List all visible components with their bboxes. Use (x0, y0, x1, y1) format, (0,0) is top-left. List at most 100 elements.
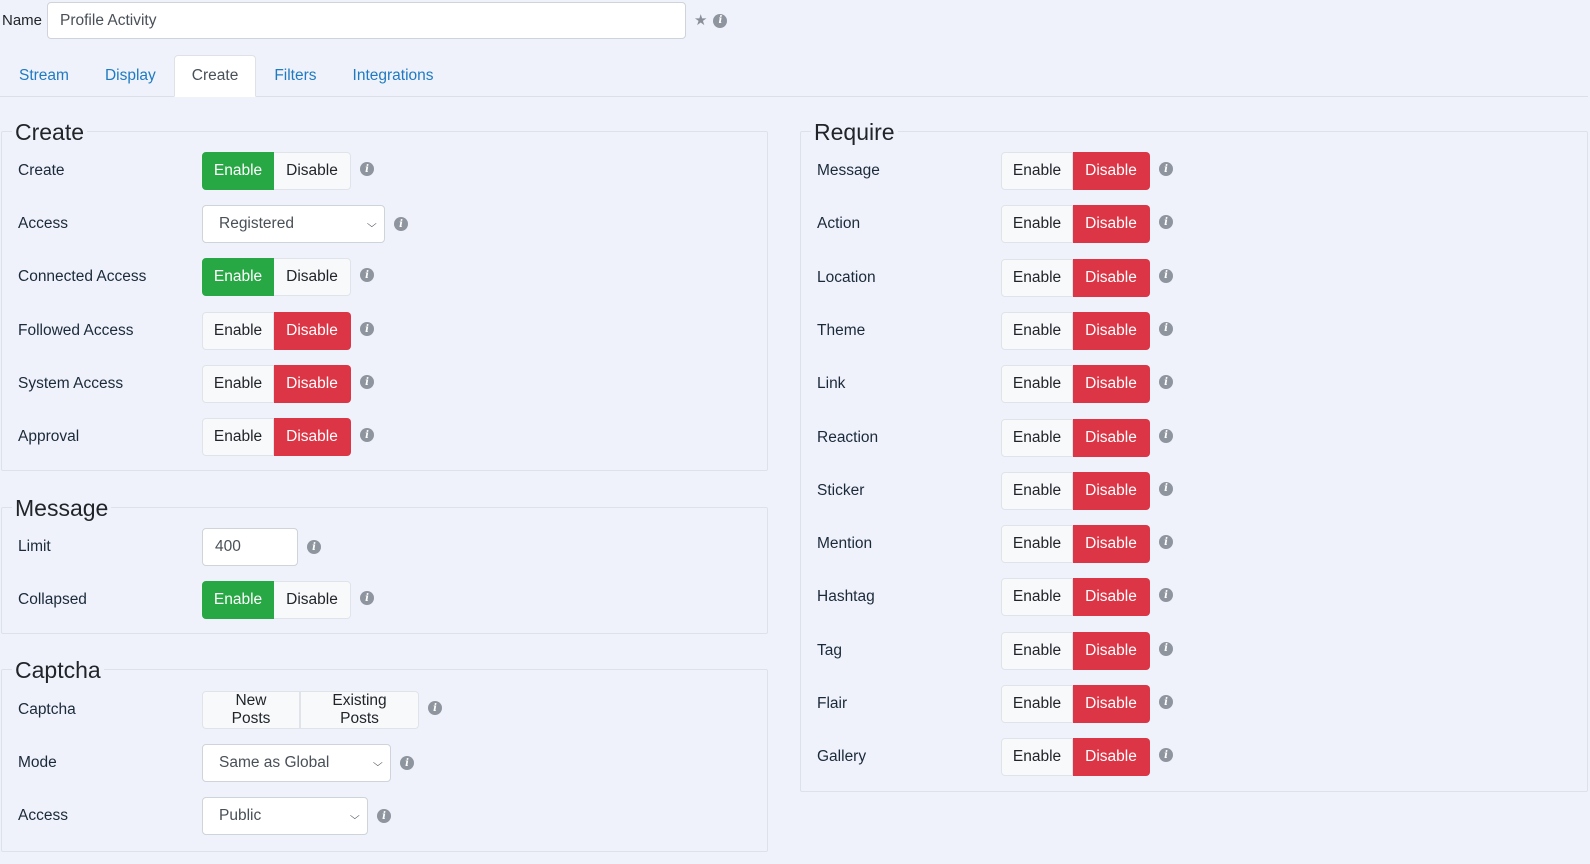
captcha-access-select[interactable]: Public ⌵ (202, 797, 368, 835)
info-icon[interactable]: i (360, 268, 374, 282)
enable-button[interactable]: Enable (1001, 365, 1073, 404)
info-icon[interactable]: i (1159, 641, 1173, 656)
info-icon[interactable]: i (307, 540, 321, 554)
info-icon[interactable]: i (1159, 535, 1173, 550)
disable-button[interactable]: Disable (274, 312, 351, 350)
info-icon[interactable]: i (1159, 215, 1173, 230)
enable-button[interactable]: Enable (1001, 205, 1073, 244)
require-toggle: Enable Disable (1001, 258, 1150, 297)
require-row-gallery: Gallery Enable Disable i (817, 738, 1173, 777)
enable-button[interactable]: Enable (202, 365, 274, 403)
require-toggle: Enable Disable (1001, 205, 1150, 244)
captcha-row-captcha: Captcha New Posts Existing Posts i (18, 691, 442, 729)
info-icon[interactable]: i (1159, 481, 1173, 496)
require-row-reaction: Reaction Enable Disable i (817, 418, 1173, 457)
require-toggle: Enable Disable (1001, 631, 1150, 670)
info-icon[interactable]: i (360, 322, 374, 336)
disable-button[interactable]: Disable (274, 152, 351, 190)
info-icon[interactable]: i (360, 428, 374, 442)
row-label: Approval (18, 428, 80, 445)
tab-integrations[interactable]: Integrations (335, 55, 452, 97)
enable-button[interactable]: Enable (1001, 152, 1073, 190)
disable-button[interactable]: Disable (1073, 685, 1150, 723)
info-icon[interactable]: i (400, 756, 414, 770)
create-row-approval: Approval Enable Disable i (18, 418, 374, 456)
row-label: Collapsed (18, 591, 87, 608)
enable-button[interactable]: Enable (202, 581, 274, 619)
info-icon[interactable]: i (360, 162, 374, 176)
row-label: Tag (817, 641, 842, 659)
disable-button[interactable]: Disable (1073, 258, 1150, 297)
enable-button[interactable]: Enable (1001, 258, 1073, 297)
enable-button[interactable]: Enable (202, 258, 274, 296)
enable-button[interactable]: Enable (1001, 578, 1073, 617)
info-icon[interactable]: i (1159, 588, 1173, 603)
access-select[interactable]: Registered ⌵ (202, 205, 385, 243)
info-icon[interactable]: i (428, 701, 442, 715)
row-label: Mention (817, 535, 873, 553)
name-input[interactable] (47, 2, 686, 39)
require-row-flair: Flair Enable Disable i (817, 685, 1173, 723)
create-row-access: Access Registered ⌵ i (18, 205, 408, 243)
info-icon[interactable]: i (1159, 321, 1173, 336)
message-legend: Message (12, 494, 112, 522)
create-row-followed-access: Followed Access Enable Disable i (18, 312, 374, 350)
disable-button[interactable]: Disable (1073, 631, 1150, 670)
tab-filters[interactable]: Filters (256, 55, 334, 97)
info-icon[interactable]: i (1159, 748, 1173, 763)
disable-button[interactable]: Disable (1073, 578, 1150, 617)
disable-button[interactable]: Disable (274, 581, 351, 619)
enable-button[interactable]: Enable (1001, 311, 1073, 350)
create-legend: Create (12, 118, 88, 146)
disable-button[interactable]: Disable (1073, 525, 1150, 564)
star-icon[interactable]: ★ (694, 13, 707, 28)
limit-input[interactable]: 400 (202, 528, 298, 566)
enable-button[interactable]: Enable (1001, 685, 1073, 723)
row-label: Sticker (817, 481, 865, 499)
disable-button[interactable]: Disable (1073, 471, 1150, 510)
system-access-toggle: Enable Disable (202, 365, 351, 403)
info-icon[interactable]: i (1159, 375, 1173, 390)
info-icon[interactable]: i (360, 375, 374, 389)
new-posts-button[interactable]: New Posts (202, 691, 300, 729)
enable-button[interactable]: Enable (1001, 738, 1073, 777)
disable-button[interactable]: Disable (1073, 738, 1150, 777)
mode-select[interactable]: Same as Global ⌵ (202, 744, 391, 782)
info-icon[interactable]: i (394, 217, 408, 231)
disable-button[interactable]: Disable (1073, 418, 1150, 457)
disable-button[interactable]: Disable (274, 258, 351, 296)
disable-button[interactable]: Disable (1073, 311, 1150, 350)
message-section: Message Limit 400 i Collapsed Enable Dis… (1, 494, 768, 634)
select-value: Public (219, 807, 262, 824)
enable-button[interactable]: Enable (202, 152, 274, 190)
info-icon[interactable]: i (1159, 268, 1173, 283)
info-icon[interactable]: i (377, 809, 391, 823)
info-icon[interactable]: i (1159, 695, 1173, 709)
info-icon[interactable]: i (1159, 162, 1173, 176)
tab-create[interactable]: Create (173, 55, 257, 97)
captcha-row-mode: Mode Same as Global ⌵ i (18, 744, 414, 782)
enable-button[interactable]: Enable (202, 312, 274, 350)
enable-button[interactable]: Enable (1001, 525, 1073, 564)
enable-button[interactable]: Enable (1001, 631, 1073, 670)
require-toggle: Enable Disable (1001, 418, 1150, 457)
tab-stream[interactable]: Stream (0, 55, 87, 97)
existing-posts-button[interactable]: Existing Posts (300, 691, 419, 729)
require-row-hashtag: Hashtag Enable Disable i (817, 578, 1173, 617)
enable-button[interactable]: Enable (1001, 418, 1073, 457)
disable-button[interactable]: Disable (1073, 365, 1150, 404)
disable-button[interactable]: Disable (274, 365, 351, 403)
disable-button[interactable]: Disable (1073, 152, 1150, 190)
info-icon[interactable]: i (1159, 428, 1173, 443)
enable-button[interactable]: Enable (1001, 471, 1073, 510)
tab-display[interactable]: Display (87, 55, 174, 97)
info-icon[interactable]: i (713, 13, 728, 28)
followed-access-toggle: Enable Disable (202, 312, 351, 350)
info-icon[interactable]: i (360, 591, 374, 605)
row-label: Mode (18, 754, 57, 771)
disable-button[interactable]: Disable (1073, 205, 1150, 244)
chevron-down-icon: ⌵ (367, 218, 378, 230)
select-value: Registered (219, 215, 294, 232)
enable-button[interactable]: Enable (202, 418, 274, 456)
disable-button[interactable]: Disable (274, 418, 351, 456)
